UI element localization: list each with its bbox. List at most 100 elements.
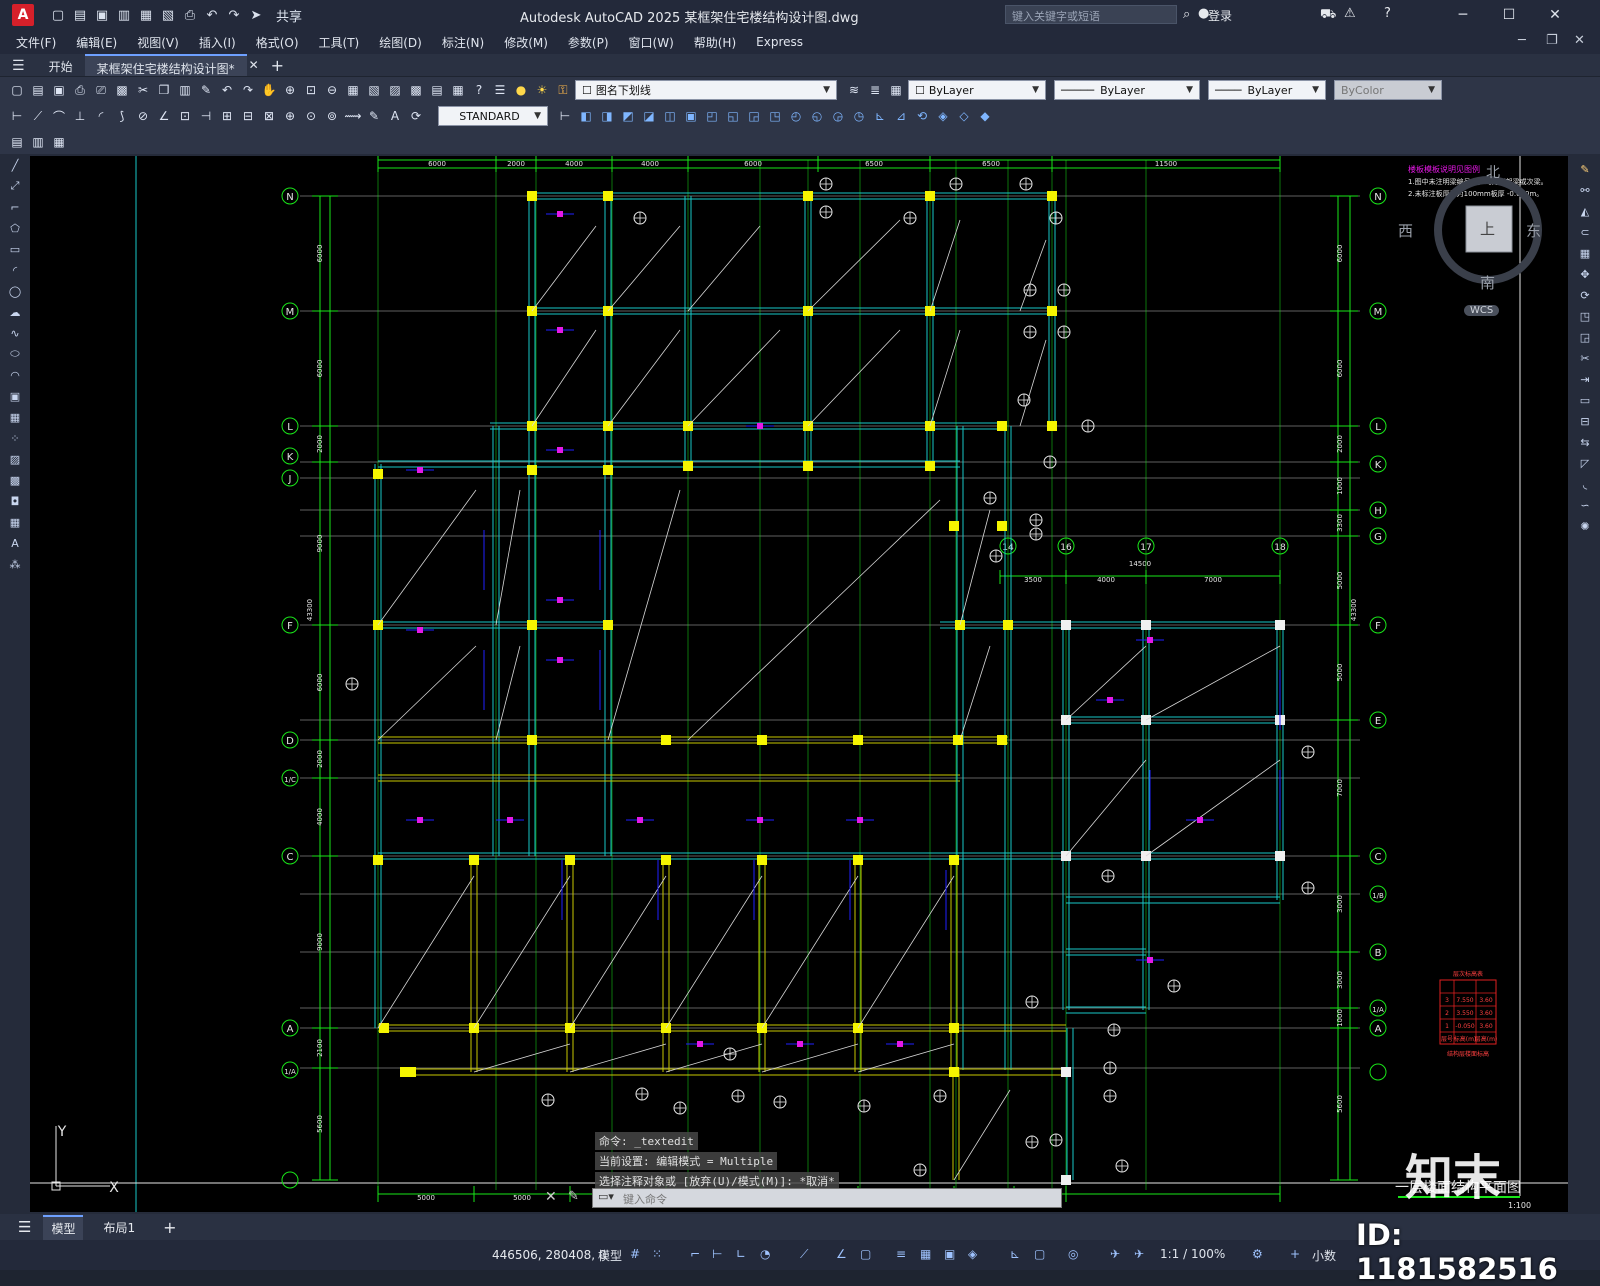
layer-lock-icon[interactable]: ⚿ xyxy=(554,81,572,99)
ucs-object-icon[interactable]: ◇ xyxy=(955,107,973,125)
view-se-icon[interactable]: ◵ xyxy=(808,107,826,125)
properties-icon[interactable]: ▦ xyxy=(344,81,362,99)
ordinate-icon[interactable]: ⊥ xyxy=(71,107,89,125)
view-front-icon[interactable]: ◲ xyxy=(745,107,763,125)
save-icon[interactable]: ▣ xyxy=(50,81,68,99)
insert-block-icon[interactable]: ▥ xyxy=(29,133,47,151)
menu-modify[interactable]: 修改(M) xyxy=(504,34,548,51)
close-command-icon[interactable]: ✕ xyxy=(545,1189,557,1205)
search-input[interactable]: 键入关键字或短语 xyxy=(1005,5,1177,24)
scale-icon[interactable]: ◳ xyxy=(1576,307,1594,325)
doc-close-icon[interactable]: ✕ xyxy=(1574,33,1585,48)
calculator-icon[interactable]: ▦ xyxy=(449,81,467,99)
ucs-icon[interactable]: ⊾ xyxy=(871,107,889,125)
ucs-view-icon[interactable]: ◆ xyxy=(976,107,994,125)
command-input[interactable]: 键入命令 xyxy=(592,1188,1062,1208)
zoom-realtime-icon[interactable]: ⊕ xyxy=(281,81,299,99)
zoom-previous-icon[interactable]: ⊖ xyxy=(323,81,341,99)
sheet-set-icon[interactable]: ▩ xyxy=(407,81,425,99)
polygon-icon[interactable]: ⬠ xyxy=(6,219,24,237)
dynamic-ucs-icon[interactable]: ⊾ xyxy=(1010,1247,1026,1263)
maximize-button[interactable]: ☐ xyxy=(1486,0,1532,30)
open-icon[interactable]: ▤ xyxy=(72,7,88,23)
save-as-icon[interactable]: ▥ xyxy=(116,7,132,23)
ellipse-arc-icon[interactable]: ◠ xyxy=(6,366,24,384)
dimstyle-dropdown[interactable]: STANDARD ▼ xyxy=(438,106,548,126)
explode-icon[interactable]: ✺ xyxy=(1576,517,1594,535)
dim-edit-icon[interactable]: ✎ xyxy=(365,107,383,125)
help-icon[interactable]: ? xyxy=(1384,6,1391,21)
array-icon[interactable]: ▦ xyxy=(1576,244,1594,262)
workspace-gear-icon[interactable]: ⚙ xyxy=(1252,1247,1268,1263)
ellipse-icon[interactable]: ⬭ xyxy=(6,345,24,363)
layer-previous-icon[interactable]: ≣ xyxy=(866,81,884,99)
undo-icon[interactable]: ↶ xyxy=(204,7,220,23)
layer-on-icon[interactable]: ● xyxy=(512,81,530,99)
compass-south[interactable]: 南 xyxy=(1480,272,1495,293)
isodraft-icon[interactable]: ⟋ xyxy=(800,1247,816,1263)
layout-menu-icon[interactable]: ☰ xyxy=(18,1218,31,1236)
mirror-icon[interactable]: ◭ xyxy=(1576,202,1594,220)
block-editor-icon[interactable]: ▤ xyxy=(8,133,26,151)
menu-express[interactable]: Express xyxy=(756,35,803,49)
ucs-prev-icon[interactable]: ⟲ xyxy=(913,107,931,125)
ucs-face-icon[interactable]: ◈ xyxy=(934,107,952,125)
make-current-icon[interactable]: ≋ xyxy=(845,81,863,99)
polyline-icon[interactable]: ⌐ xyxy=(6,198,24,216)
line-icon[interactable]: ╱ xyxy=(6,156,24,174)
fillet-icon[interactable]: ◟ xyxy=(1576,475,1594,493)
tolerance-icon[interactable]: ⊕ xyxy=(281,107,299,125)
grid-icon[interactable]: # xyxy=(630,1247,646,1263)
offset-icon[interactable]: ⊂ xyxy=(1576,223,1594,241)
menu-parametric[interactable]: 参数(P) xyxy=(568,34,609,51)
view-iso-3-icon[interactable]: ◩ xyxy=(619,107,637,125)
insert-icon[interactable]: ▣ xyxy=(6,387,24,405)
redo-icon[interactable]: ↷ xyxy=(226,7,242,23)
quick-dim-icon[interactable]: ⊡ xyxy=(176,107,194,125)
layer-walk-icon[interactable]: ▦ xyxy=(50,133,68,151)
break-icon[interactable]: ⊟ xyxy=(1576,412,1594,430)
share-icon[interactable]: ➤ xyxy=(248,7,264,23)
app-menu-button[interactable]: A xyxy=(12,4,34,26)
table-icon[interactable]: ▦ xyxy=(6,513,24,531)
compass-east[interactable]: 东 xyxy=(1526,220,1541,241)
break-icon[interactable]: ⊠ xyxy=(260,107,278,125)
menu-help[interactable]: 帮助(H) xyxy=(694,34,736,51)
layer-dropdown[interactable]: ☐ 图名下划线 ▼ xyxy=(575,80,837,100)
menu-window[interactable]: 窗口(W) xyxy=(629,34,674,51)
rotate-icon[interactable]: ⟳ xyxy=(1576,286,1594,304)
annotation-visibility-icon[interactable]: ✈ xyxy=(1110,1247,1126,1263)
tab-close-icon[interactable]: ✕ xyxy=(247,54,261,76)
model-space-button[interactable]: 模型 xyxy=(598,1247,622,1264)
color-dropdown[interactable]: ☐ ByLayer ▼ xyxy=(908,80,1046,100)
continue-icon[interactable]: ⊞ xyxy=(218,107,236,125)
matchprop-icon[interactable]: ✎ xyxy=(197,81,215,99)
publish-icon[interactable]: ▩ xyxy=(113,81,131,99)
space-icon[interactable]: ⊟ xyxy=(239,107,257,125)
menu-file[interactable]: 文件(F) xyxy=(16,34,56,51)
zoom-window-icon[interactable]: ⊡ xyxy=(302,81,320,99)
ortho-icon[interactable]: ∟ xyxy=(736,1247,752,1263)
osnap-tracking-icon[interactable]: ∠ xyxy=(836,1247,852,1263)
pan-icon[interactable]: ✋ xyxy=(260,81,278,99)
lineweight-dropdown[interactable]: ──── ByLayer ▼ xyxy=(1208,80,1326,100)
center-mark-icon[interactable]: ⊙ xyxy=(302,107,320,125)
rectangle-icon[interactable]: ▭ xyxy=(6,240,24,258)
layer-freeze-icon[interactable]: ☀ xyxy=(533,81,551,99)
plot-icon[interactable]: ⎙ xyxy=(71,81,89,99)
break-point-icon[interactable]: ▭ xyxy=(1576,391,1594,409)
osnap-icon[interactable]: ▢ xyxy=(860,1247,876,1263)
doc-minimize-icon[interactable]: ─ xyxy=(1518,33,1526,48)
doc-restore-icon[interactable]: ❐ xyxy=(1546,33,1558,48)
point-icon[interactable]: ⁘ xyxy=(6,429,24,447)
menu-dimension[interactable]: 标注(N) xyxy=(442,34,484,51)
hamburger-icon[interactable]: ☰ xyxy=(0,54,37,76)
infer-icon[interactable]: ⌐ xyxy=(690,1247,706,1263)
add-selected-icon[interactable]: ⁂ xyxy=(6,555,24,573)
help-icon[interactable]: ? xyxy=(470,81,488,99)
inspect-icon[interactable]: ⊚ xyxy=(323,107,341,125)
redo-icon[interactable]: ↷ xyxy=(239,81,257,99)
selection-filter-icon[interactable]: ▢ xyxy=(1034,1247,1050,1263)
menu-view[interactable]: 视图(V) xyxy=(137,34,179,51)
hatch-icon[interactable]: ▨ xyxy=(6,450,24,468)
